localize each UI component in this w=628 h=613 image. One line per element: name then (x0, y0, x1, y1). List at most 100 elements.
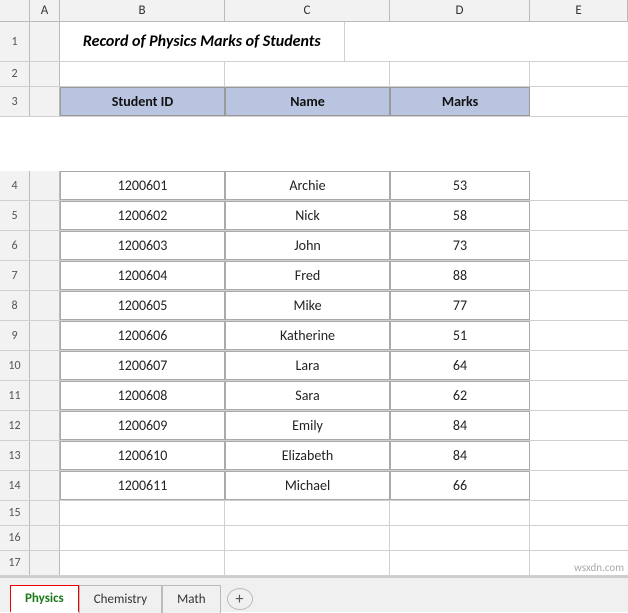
cell-10a[interactable] (30, 351, 60, 380)
row-16: 16 (0, 526, 628, 551)
cell-16d[interactable] (390, 526, 530, 550)
cell-14c[interactable]: Michael (225, 471, 390, 500)
cell-14a[interactable] (30, 471, 60, 500)
cell-16b[interactable] (60, 526, 225, 550)
cell-15c[interactable] (225, 501, 390, 525)
cell-8b[interactable]: 1200605 (60, 291, 225, 320)
cell-9e[interactable] (530, 321, 628, 350)
cell-7c[interactable]: Fred (225, 261, 390, 290)
cell-7b[interactable]: 1200604 (60, 261, 225, 290)
cell-13b[interactable]: 1200610 (60, 441, 225, 470)
cell-4e[interactable] (530, 171, 628, 200)
row-num-2: 2 (0, 62, 30, 86)
tab-math[interactable]: Math (162, 585, 220, 613)
cell-17b[interactable] (60, 551, 225, 575)
cell-6e[interactable] (530, 231, 628, 260)
cell-14d[interactable]: 66 (390, 471, 530, 500)
cell-9a[interactable] (30, 321, 60, 350)
cell-10c[interactable]: Lara (225, 351, 390, 380)
cell-13e[interactable] (530, 441, 628, 470)
cell-6d[interactable]: 73 (390, 231, 530, 260)
cell-15d[interactable] (390, 501, 530, 525)
cell-11a[interactable] (30, 381, 60, 410)
cell-6a[interactable] (30, 231, 60, 260)
col-header-c: C (225, 0, 390, 21)
cell-13a[interactable] (30, 441, 60, 470)
cell-3e[interactable] (530, 87, 628, 116)
add-sheet-button[interactable]: + (227, 588, 253, 610)
cell-12d[interactable]: 84 (390, 411, 530, 440)
cell-8c[interactable]: Mike (225, 291, 390, 320)
cell-5b[interactable]: 1200602 (60, 201, 225, 230)
cell-17a[interactable] (30, 551, 60, 575)
cell-11b[interactable]: 1200608 (60, 381, 225, 410)
cell-9d[interactable]: 51 (390, 321, 530, 350)
cell-11c[interactable]: Sara (225, 381, 390, 410)
cell-17c[interactable] (225, 551, 390, 575)
cell-12a[interactable] (30, 411, 60, 440)
cell-12c[interactable]: Emily (225, 411, 390, 440)
spreadsheet: A B C D E 1 Record of Physics Marks of S… (0, 0, 628, 612)
cell-7a[interactable] (30, 261, 60, 290)
row-num-14: 14 (0, 471, 30, 500)
cell-8e[interactable] (530, 291, 628, 320)
row-13: 13 1200610 Elizabeth 84 (0, 441, 628, 471)
col-header-d: D (390, 0, 530, 21)
cell-5d[interactable]: 58 (390, 201, 530, 230)
cell-14e[interactable] (530, 471, 628, 500)
cell-5c[interactable]: Nick (225, 201, 390, 230)
cell-15a[interactable] (30, 501, 60, 525)
cell-16e[interactable] (530, 526, 628, 550)
cell-10b[interactable]: 1200607 (60, 351, 225, 380)
cell-12e[interactable] (530, 411, 628, 440)
cell-9b[interactable]: 1200606 (60, 321, 225, 350)
cell-4b[interactable]: 1200601 (60, 171, 225, 200)
cell-2a[interactable] (30, 62, 60, 86)
tab-physics[interactable]: Physics (10, 585, 79, 613)
col-header-b: B (60, 0, 225, 21)
cell-2d[interactable] (390, 62, 530, 86)
row-8: 8 1200605 Mike 77 (0, 291, 628, 321)
cell-2b[interactable] (60, 62, 225, 86)
tab-chemistry[interactable]: Chemistry (79, 585, 162, 613)
cell-4a[interactable] (30, 171, 60, 200)
cell-4d[interactable]: 53 (390, 171, 530, 200)
row-17: 17 (0, 551, 628, 576)
cell-16a[interactable] (30, 526, 60, 550)
cell-8d[interactable]: 77 (390, 291, 530, 320)
cell-7d[interactable]: 88 (390, 261, 530, 290)
row-num-13: 13 (0, 441, 30, 470)
cell-3a[interactable] (30, 87, 60, 116)
cell-12b[interactable]: 1200609 (60, 411, 225, 440)
cell-14b[interactable]: 1200611 (60, 471, 225, 500)
cell-15e[interactable] (530, 501, 628, 525)
cell-5e[interactable] (530, 201, 628, 230)
cell-15b[interactable] (60, 501, 225, 525)
cell-10d[interactable]: 64 (390, 351, 530, 380)
cell-9c[interactable]: Katherine (225, 321, 390, 350)
cell-2e[interactable] (530, 62, 628, 86)
cell-1a[interactable] (30, 22, 60, 61)
cell-8a[interactable] (30, 291, 60, 320)
cell-1e[interactable] (345, 22, 628, 61)
cell-10e[interactable] (530, 351, 628, 380)
cell-6b[interactable]: 1200603 (60, 231, 225, 260)
col-header-a: A (30, 0, 60, 21)
cell-2c[interactable] (225, 62, 390, 86)
cell-11d[interactable]: 62 (390, 381, 530, 410)
cell-16c[interactable] (225, 526, 390, 550)
cell-13d[interactable]: 84 (390, 441, 530, 470)
cell-13c[interactable]: Elizabeth (225, 441, 390, 470)
cell-4c[interactable]: Archie (225, 171, 390, 200)
cell-7e[interactable] (530, 261, 628, 290)
cell-6c[interactable]: John (225, 231, 390, 260)
cell-17d[interactable] (390, 551, 530, 575)
cell-11e[interactable] (530, 381, 628, 410)
row-num-4: 4 (0, 171, 30, 200)
row-9: 9 1200606 Katherine 51 (0, 321, 628, 351)
row-num-7: 7 (0, 261, 30, 290)
header-name: Name (225, 87, 390, 116)
row-2: 2 (0, 62, 628, 87)
cell-5a[interactable] (30, 201, 60, 230)
row-num-17: 17 (0, 551, 30, 575)
